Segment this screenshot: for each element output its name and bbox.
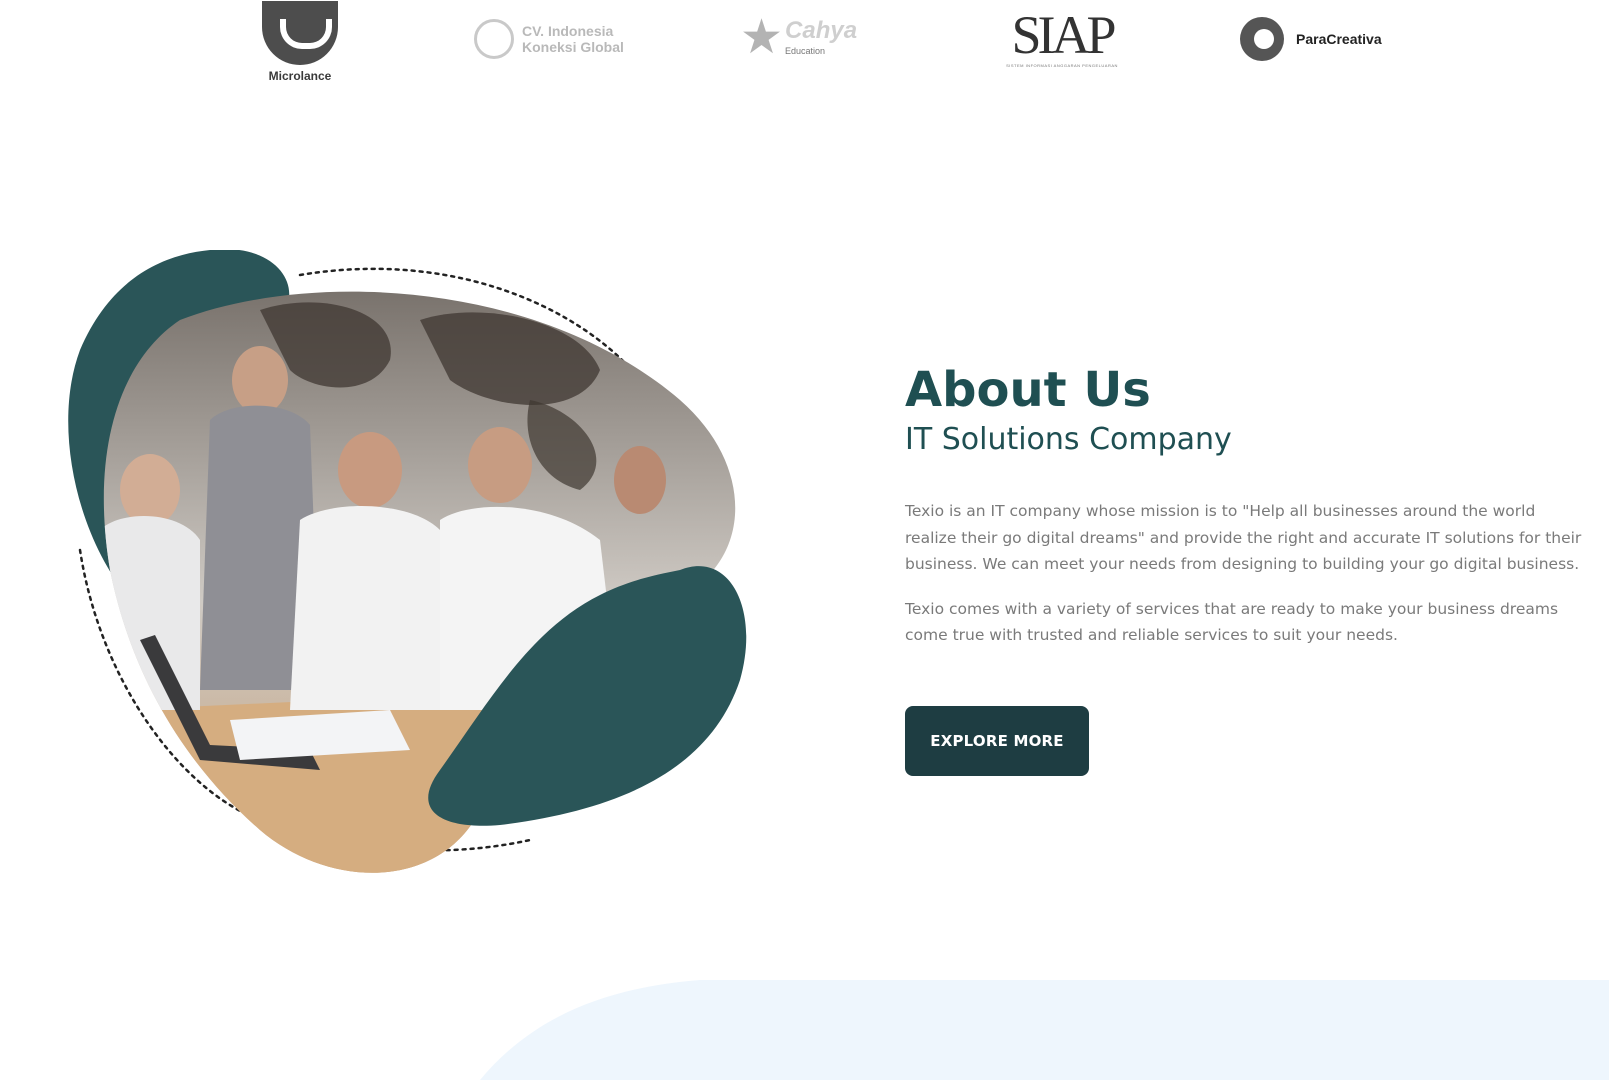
microlance-mark-icon	[262, 1, 338, 65]
about-content: About Us IT Solutions Company Texio is a…	[905, 360, 1585, 649]
about-illustration	[60, 250, 760, 890]
cv-indonesia-logo: CV. Indonesia Koneksi Global	[474, 14, 634, 64]
cahya-wordmark: Cahya	[785, 17, 858, 44]
team-photo	[103, 291, 736, 873]
siap-wordmark: SIAP	[1011, 4, 1116, 65]
next-section-wave	[480, 980, 1609, 1080]
siap-subtitle: SISTEM INFORMASI ANGGARAN PENGELUARAN	[1006, 62, 1118, 68]
cv-indonesia-line1: CV. Indonesia	[522, 23, 614, 39]
about-paragraph-1: Texio is an IT company whose mission is …	[905, 502, 1582, 573]
about-title: About Us	[905, 362, 1151, 418]
paracreativa-logo: ParaCreativa	[1240, 12, 1410, 66]
about-subtitle: IT Solutions Company	[905, 422, 1232, 457]
partner-logos: Microlance CV. Indonesia Koneksi Global …	[0, 0, 1609, 100]
microlance-wordmark: Microlance	[268, 69, 332, 83]
star-icon: ★	[740, 11, 784, 64]
paracreativa-wordmark: ParaCreativa	[1296, 31, 1382, 47]
cv-indonesia-line2: Koneksi Global	[522, 39, 624, 55]
cahya-logo: ★ Cahya Education	[740, 10, 880, 66]
cahya-subtitle: Education	[785, 46, 826, 56]
microlance-logo: Microlance	[250, 0, 350, 90]
globe-icon	[474, 19, 514, 59]
explore-more-button[interactable]: EXPLORE MORE	[905, 706, 1089, 776]
paracreativa-mark-icon	[1240, 17, 1284, 61]
siap-logo: SIAP SISTEM INFORMASI ANGGARAN PENGELUAR…	[992, 4, 1132, 70]
about-paragraph-2: Texio comes with a variety of services t…	[905, 599, 1559, 645]
about-blob-graphic	[68, 250, 747, 873]
